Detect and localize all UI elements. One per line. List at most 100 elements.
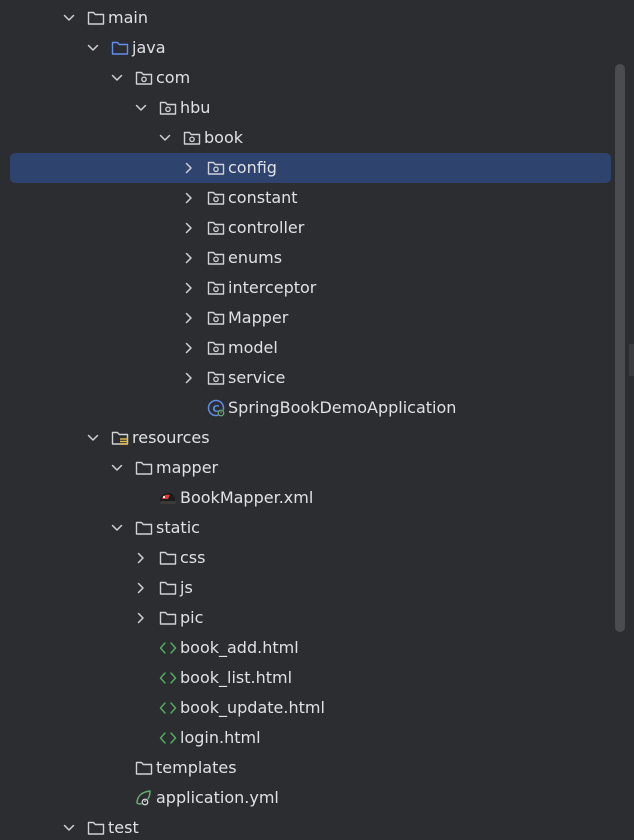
tree-row-label: service (228, 368, 286, 387)
tree-row-label: login.html (180, 728, 261, 747)
tree-row-label: resources (132, 428, 210, 447)
chevron-right-icon[interactable] (182, 161, 196, 175)
tree-row-label: book_add.html (180, 638, 299, 657)
tree-row[interactable]: test (0, 813, 612, 840)
html-file-icon (158, 728, 178, 748)
folder-icon (86, 8, 106, 28)
tree-row-label: com (156, 68, 191, 87)
folder-icon (158, 548, 178, 568)
tree-row-label: SpringBookDemoApplication (228, 398, 457, 417)
chevron-right-icon[interactable] (182, 341, 196, 355)
chevron-right-icon[interactable] (134, 581, 148, 595)
package-icon (182, 128, 202, 148)
tree-row[interactable]: service (0, 363, 612, 393)
tree-row[interactable]: Mapper (0, 303, 612, 333)
tree-row[interactable]: mapper (0, 453, 612, 483)
tree-row[interactable]: css (0, 543, 612, 573)
tree-row[interactable]: enums (0, 243, 612, 273)
folder-icon (134, 458, 154, 478)
tree-row-label: controller (228, 218, 305, 237)
tree-row-label: book_list.html (180, 668, 293, 687)
tree-row-label: hbu (180, 98, 211, 117)
tree-row[interactable]: book_add.html (0, 633, 612, 663)
editor-edge-marker (629, 344, 634, 376)
chevron-right-icon[interactable] (182, 311, 196, 325)
tree-row[interactable]: pic (0, 603, 612, 633)
tree-row-label: main (108, 8, 148, 27)
package-icon (206, 278, 226, 298)
tree-row-label: Mapper (228, 308, 289, 327)
tree-row-label: mapper (156, 458, 219, 477)
chevron-down-icon[interactable] (86, 41, 100, 55)
chevron-right-icon[interactable] (182, 281, 196, 295)
tree-row[interactable]: book_update.html (0, 693, 612, 723)
chevron-down-icon[interactable] (158, 131, 172, 145)
tree-row-label: constant (228, 188, 298, 207)
tree-row[interactable]: hbu (0, 93, 612, 123)
tree-row[interactable]: interceptor (0, 273, 612, 303)
folder-icon (158, 608, 178, 628)
tree-row[interactable]: js (0, 573, 612, 603)
tree-row[interactable]: static (0, 513, 612, 543)
html-file-icon (158, 638, 178, 658)
resources-folder-icon (110, 428, 130, 448)
tree-row[interactable]: constant (0, 183, 612, 213)
chevron-right-icon[interactable] (182, 221, 196, 235)
tree-row-label: css (180, 548, 206, 567)
folder-icon (134, 518, 154, 538)
tree-row[interactable]: C SpringBookDemoApplication (0, 393, 612, 423)
tree-row-label: BookMapper.xml (180, 488, 314, 507)
package-icon (206, 248, 226, 268)
package-icon (158, 98, 178, 118)
tree-row[interactable]: templates (0, 753, 612, 783)
chevron-down-icon[interactable] (110, 521, 124, 535)
tree-row-label: templates (156, 758, 237, 777)
chevron-right-icon[interactable] (134, 551, 148, 565)
tree-row-label: pic (180, 608, 204, 627)
tree-row[interactable]: book (0, 123, 612, 153)
package-icon (134, 68, 154, 88)
html-file-icon (158, 698, 178, 718)
chevron-down-icon[interactable] (86, 431, 100, 445)
package-icon (206, 158, 226, 178)
tree-row-label: config (228, 158, 277, 177)
tree-row[interactable]: com (0, 63, 612, 93)
chevron-down-icon[interactable] (62, 11, 76, 25)
chevron-right-icon[interactable] (134, 611, 148, 625)
tree-row-label: java (132, 38, 166, 57)
package-icon (206, 188, 226, 208)
tree-row[interactable]: main (0, 3, 612, 33)
tree-row-label: test (108, 818, 139, 837)
tree-row-label: static (156, 518, 200, 537)
chevron-down-icon[interactable] (110, 71, 124, 85)
tree-row[interactable]: model (0, 333, 612, 363)
tree-row-label: js (180, 578, 193, 597)
chevron-down-icon[interactable] (134, 101, 148, 115)
tree-row-label: enums (228, 248, 283, 267)
chevron-down-icon[interactable] (62, 821, 76, 835)
vertical-scrollbar[interactable] (615, 64, 625, 632)
package-icon (206, 218, 226, 238)
package-icon (206, 338, 226, 358)
folder-icon (158, 578, 178, 598)
tree-row[interactable]: application.yml (0, 783, 612, 813)
chevron-down-icon[interactable] (110, 461, 124, 475)
chevron-right-icon[interactable] (182, 191, 196, 205)
chevron-right-icon[interactable] (182, 251, 196, 265)
tree-row[interactable]: BookMapper.xml (0, 483, 612, 513)
source-folder-icon (110, 38, 130, 58)
package-icon (206, 368, 226, 388)
tree-row[interactable]: login.html (0, 723, 612, 753)
folder-icon (134, 758, 154, 778)
tree-row[interactable]: resources (0, 423, 612, 453)
tree-row-label: interceptor (228, 278, 317, 297)
tree-row-label: book_update.html (180, 698, 325, 717)
tree-row[interactable]: controller (0, 213, 612, 243)
folder-icon (86, 818, 106, 838)
tree-row[interactable]: book_list.html (0, 663, 612, 693)
tree-row[interactable]: java (0, 33, 612, 63)
tree-row-label: book (204, 128, 243, 147)
mybatis-xml-icon (158, 488, 178, 508)
tree-row[interactable]: config (0, 153, 612, 183)
chevron-right-icon[interactable] (182, 371, 196, 385)
